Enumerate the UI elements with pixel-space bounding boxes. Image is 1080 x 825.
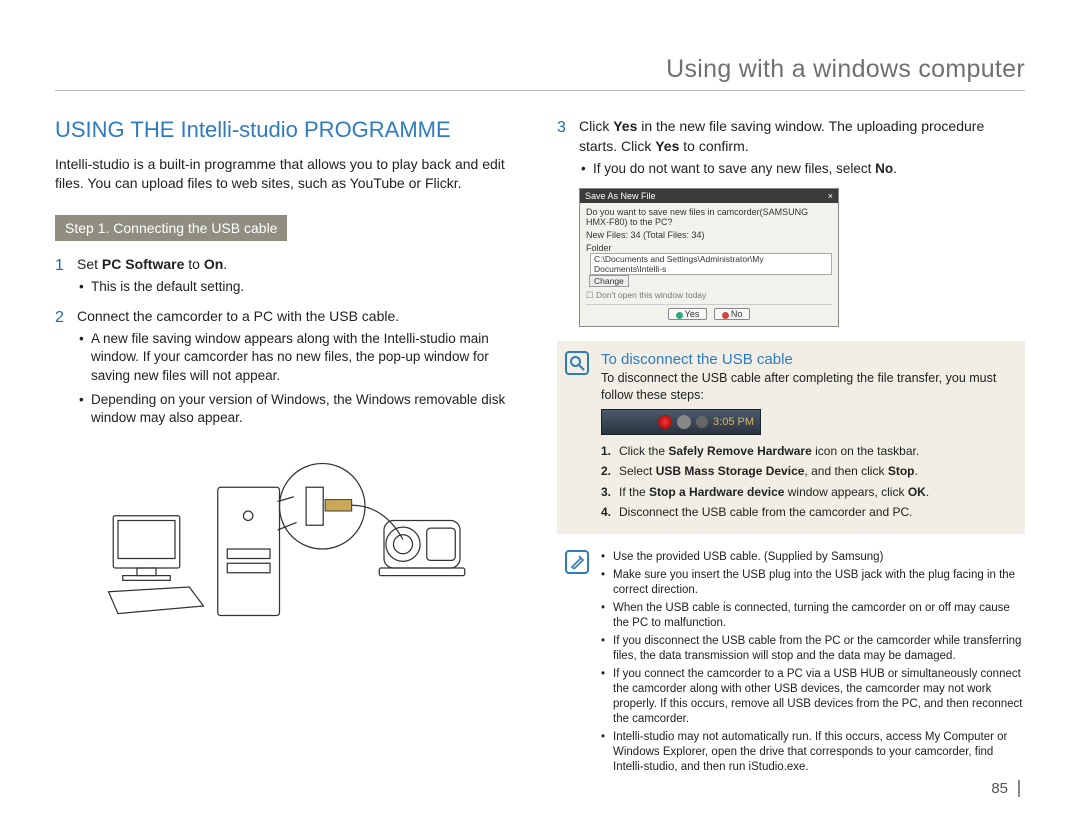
- dialog-close-icon[interactable]: ×: [828, 191, 833, 201]
- dialog-dont-open: Don't open this window today: [596, 290, 706, 300]
- step3-bullet-1: If you do not want to save any new files…: [579, 160, 1025, 178]
- section-title: USING THE Intelli-studio PROGRAMME: [55, 117, 523, 143]
- step-2: 2 Connect the camcorder to a PC with the…: [55, 307, 523, 428]
- step2-bullet-1: A new file saving window appears along w…: [77, 330, 523, 385]
- safely-remove-hardware-icon[interactable]: [677, 415, 691, 429]
- step1-bar: Step 1. Connecting the USB cable: [55, 215, 287, 241]
- right-column: 3 Click Yes in the new file saving windo…: [557, 117, 1025, 778]
- taskbar-time: 3:05 PM: [713, 416, 754, 428]
- disc-step-1: 1. Click the Safely Remove Hardware icon…: [601, 443, 1013, 460]
- dialog-checkbox[interactable]: ☐: [586, 290, 596, 300]
- dialog-yes-button[interactable]: Yes: [668, 308, 708, 320]
- note-3: When the USB cable is connected, turning…: [601, 601, 1025, 631]
- step2-text: Connect the camcorder to a PC with the U…: [77, 308, 399, 324]
- dialog-change-button[interactable]: Change: [589, 275, 629, 287]
- disconnect-title: To disconnect the USB cable: [601, 351, 1013, 368]
- page-number: 85: [991, 780, 1020, 797]
- step3-text: Click Yes in the new file saving window.…: [579, 118, 984, 154]
- disconnect-subtitle: To disconnect the USB cable after comple…: [601, 370, 1013, 403]
- step-number-3: 3: [557, 117, 566, 139]
- notes-block: Use the provided USB cable. (Supplied by…: [557, 550, 1025, 774]
- disconnect-usb-box: To disconnect the USB cable To disconnec…: [557, 341, 1025, 534]
- disc-step-4: 4. Disconnect the USB cable from the cam…: [601, 504, 1013, 521]
- note-1: Use the provided USB cable. (Supplied by…: [601, 550, 1025, 565]
- dialog-folder-label: Folder: [586, 243, 612, 253]
- intro-paragraph: Intelli-studio is a built-in programme t…: [55, 155, 523, 193]
- disc-step-3: 3. If the Stop a Hardware device window …: [601, 484, 1013, 501]
- step-number-1: 1: [55, 255, 64, 277]
- taskbar-screenshot: 3:05 PM: [601, 409, 761, 435]
- save-new-file-dialog: Save As New File × Do you want to save n…: [579, 188, 839, 327]
- step-1: 1 Set PC Software to On. This is the def…: [55, 255, 523, 297]
- note-icon: [565, 550, 589, 574]
- page-header-title: Using with a windows computer: [55, 55, 1025, 91]
- magnifier-icon: [565, 351, 589, 375]
- note-5: If you connect the camcorder to a PC via…: [601, 667, 1025, 727]
- step-number-2: 2: [55, 307, 64, 329]
- taskbar-tray-icon: [696, 416, 708, 428]
- note-4: If you disconnect the USB cable from the…: [601, 634, 1025, 664]
- step-3: 3 Click Yes in the new file saving windo…: [557, 117, 1025, 178]
- step2-bullet-2: Depending on your version of Windows, th…: [77, 391, 523, 427]
- taskbar-red-icon: [658, 415, 672, 429]
- note-2: Make sure you insert the USB plug into t…: [601, 568, 1025, 598]
- disc-step-2: 2. Select USB Mass Storage Device, and t…: [601, 463, 1013, 480]
- dialog-title-text: Save As New File: [585, 191, 656, 201]
- usb-connection-illustration: [55, 449, 523, 649]
- step1-bullet-1: This is the default setting.: [77, 278, 523, 296]
- dialog-folder-path: C:\Documents and Settings\Administrator\…: [590, 253, 832, 275]
- left-column: USING THE Intelli-studio PROGRAMME Intel…: [55, 117, 523, 778]
- dialog-no-button[interactable]: No: [714, 308, 751, 320]
- dialog-question: Do you want to save new files in camcord…: [586, 207, 832, 227]
- note-6: Intelli-studio may not automatically run…: [601, 730, 1025, 775]
- dialog-newfiles: New Files: 34 (Total Files: 34): [586, 230, 832, 240]
- step1-text: Set PC Software to On.: [77, 256, 227, 272]
